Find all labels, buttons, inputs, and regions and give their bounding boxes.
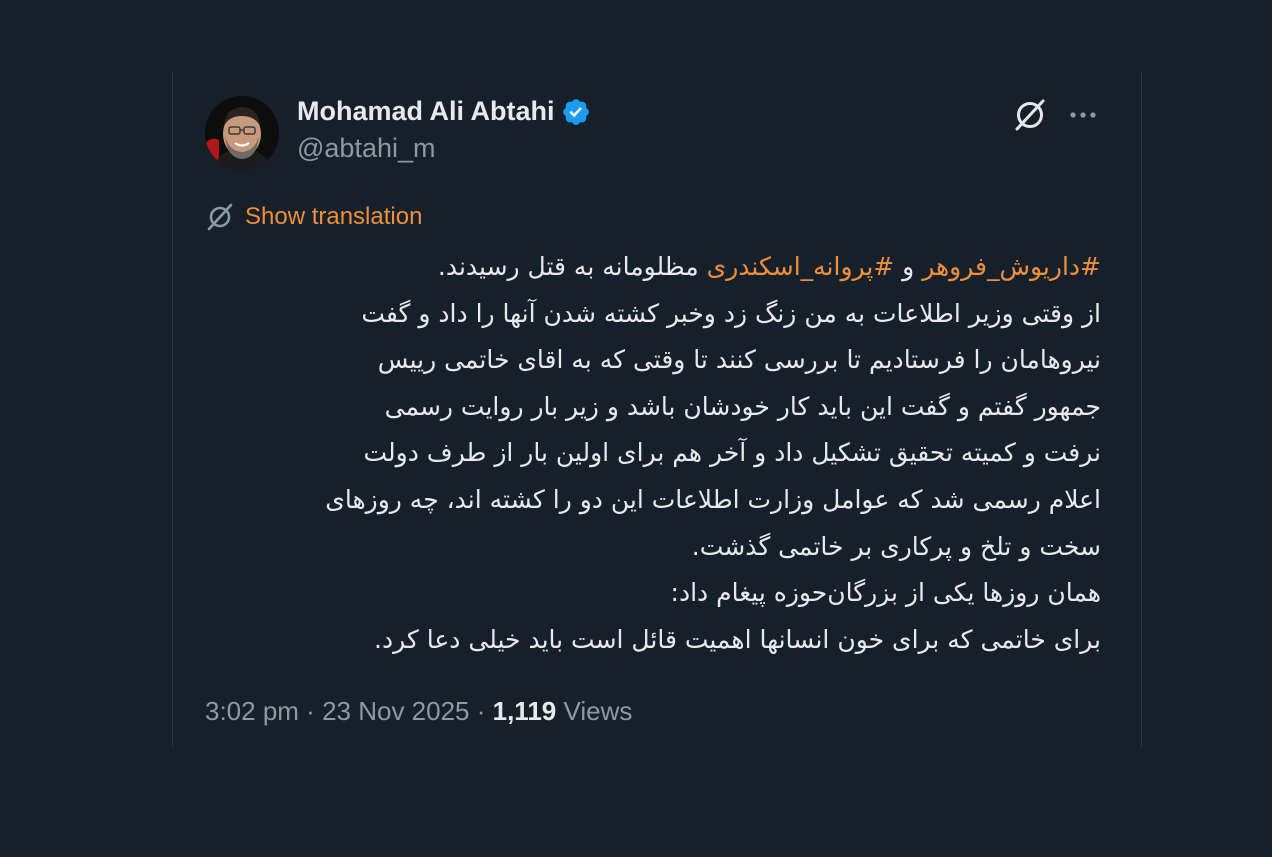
author-handle[interactable]: @abtahi_m: [297, 133, 435, 164]
tweet-timestamp-link[interactable]: 3:02 pm · 23 Nov 2025: [205, 696, 470, 727]
hashtag-link[interactable]: #داریوش_فروهر: [922, 252, 1101, 281]
author-display-name[interactable]: Mohamad Ali Abtahi: [297, 96, 555, 127]
tweet-text-segment: و: [894, 252, 923, 281]
page: Mohamad Ali Abtahi @abtahi_m Show transl…: [0, 0, 1272, 857]
tweet-line: نیروهامان را فرستادیم تا بررسی کنند تا و…: [377, 345, 1101, 375]
tweet-line: جمهور گفتم و گفت این باید کار خودشان باش…: [384, 391, 1101, 421]
grok-icon[interactable]: [1011, 96, 1049, 134]
verified-badge-icon[interactable]: [561, 97, 591, 127]
meta-separator: ·: [298, 696, 323, 726]
tweet-meta: 3:02 pm · 23 Nov 2025 · 1,119 Views: [205, 696, 632, 727]
tweet-line: برای خاتمی که برای خون انسانها اهمیت قائ…: [374, 624, 1101, 654]
tweet-line: نرفت و کمیته تحقیق تشکیل داد و آخر هم بر…: [363, 438, 1101, 468]
avatar-image: [205, 96, 279, 170]
tweet-line: سخت و تلخ و پرکاری بر خاتمی گذشت.: [691, 531, 1101, 561]
tweet-card: Mohamad Ali Abtahi @abtahi_m Show transl…: [172, 72, 1142, 747]
meta-separator: ·: [469, 696, 493, 726]
tweet-date: 23 Nov 2025: [322, 696, 470, 726]
show-translation-button[interactable]: Show translation: [205, 202, 422, 232]
tweet-text-segment: مظلومانه به قتل رسیدند.: [437, 252, 707, 281]
avatar[interactable]: [205, 96, 279, 170]
tweet-time: 3:02 pm: [205, 696, 299, 726]
tweet-line: اعلام رسمی شد که عوامل وزارت اطلاعات این…: [325, 484, 1101, 514]
tweet-line: از وقتی وزیر اطلاعات به من زنگ زد وخبر ک…: [361, 298, 1101, 328]
views-count: 1,119: [492, 696, 557, 726]
author-name-row: Mohamad Ali Abtahi: [297, 96, 591, 127]
tweet-line: همان روزها یکی از بزرگان‌حوزه پیغام داد:: [670, 578, 1101, 608]
more-options-icon[interactable]: [1066, 98, 1100, 132]
show-translation-label: Show translation: [245, 203, 423, 230]
hashtag-link[interactable]: #پروانه_اسکندری: [707, 252, 895, 281]
tweet-text: #داریوش_فروهر و #پروانه_اسکندری مظلومانه…: [205, 244, 1101, 663]
views-link[interactable]: 1,119 Views: [493, 696, 633, 727]
grok-translate-icon: [207, 203, 233, 231]
views-label: Views: [556, 696, 633, 726]
tweet-line: #داریوش_فروهر و #پروانه_اسکندری مظلومانه…: [205, 244, 1101, 291]
